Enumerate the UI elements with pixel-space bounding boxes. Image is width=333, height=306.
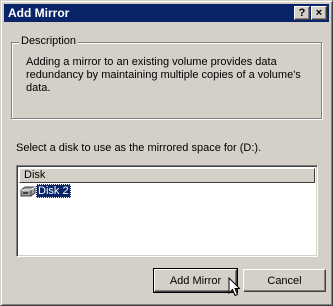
mouse-pointer-icon [228, 277, 240, 297]
help-button[interactable]: ? [294, 6, 310, 20]
disk-select-prompt: Select a disk to use as the mirrored spa… [16, 142, 262, 154]
description-legend: Description [19, 35, 79, 48]
disk-list[interactable]: Disk Disk 2 [16, 165, 318, 257]
title-bar[interactable]: Add Mirror ? × [4, 4, 329, 22]
window-title: Add Mirror [8, 6, 70, 20]
disk-drive-icon [20, 186, 36, 197]
disk-2-label: Disk 2 [36, 184, 71, 198]
add-mirror-button[interactable]: Add Mirror [153, 268, 238, 293]
add-mirror-dialog: Add Mirror ? × Description Adding a mirr… [0, 0, 333, 306]
close-icon: × [315, 7, 323, 19]
close-button[interactable]: × [311, 6, 327, 20]
description-text: Adding a mirror to an existing volume pr… [26, 56, 301, 94]
cancel-button[interactable]: Cancel [243, 269, 326, 292]
list-item-disk-2[interactable]: Disk 2 [19, 184, 79, 200]
disk-column-label: Disk [24, 169, 46, 181]
help-icon: ? [298, 7, 306, 19]
disk-column-header[interactable]: Disk [19, 168, 315, 183]
